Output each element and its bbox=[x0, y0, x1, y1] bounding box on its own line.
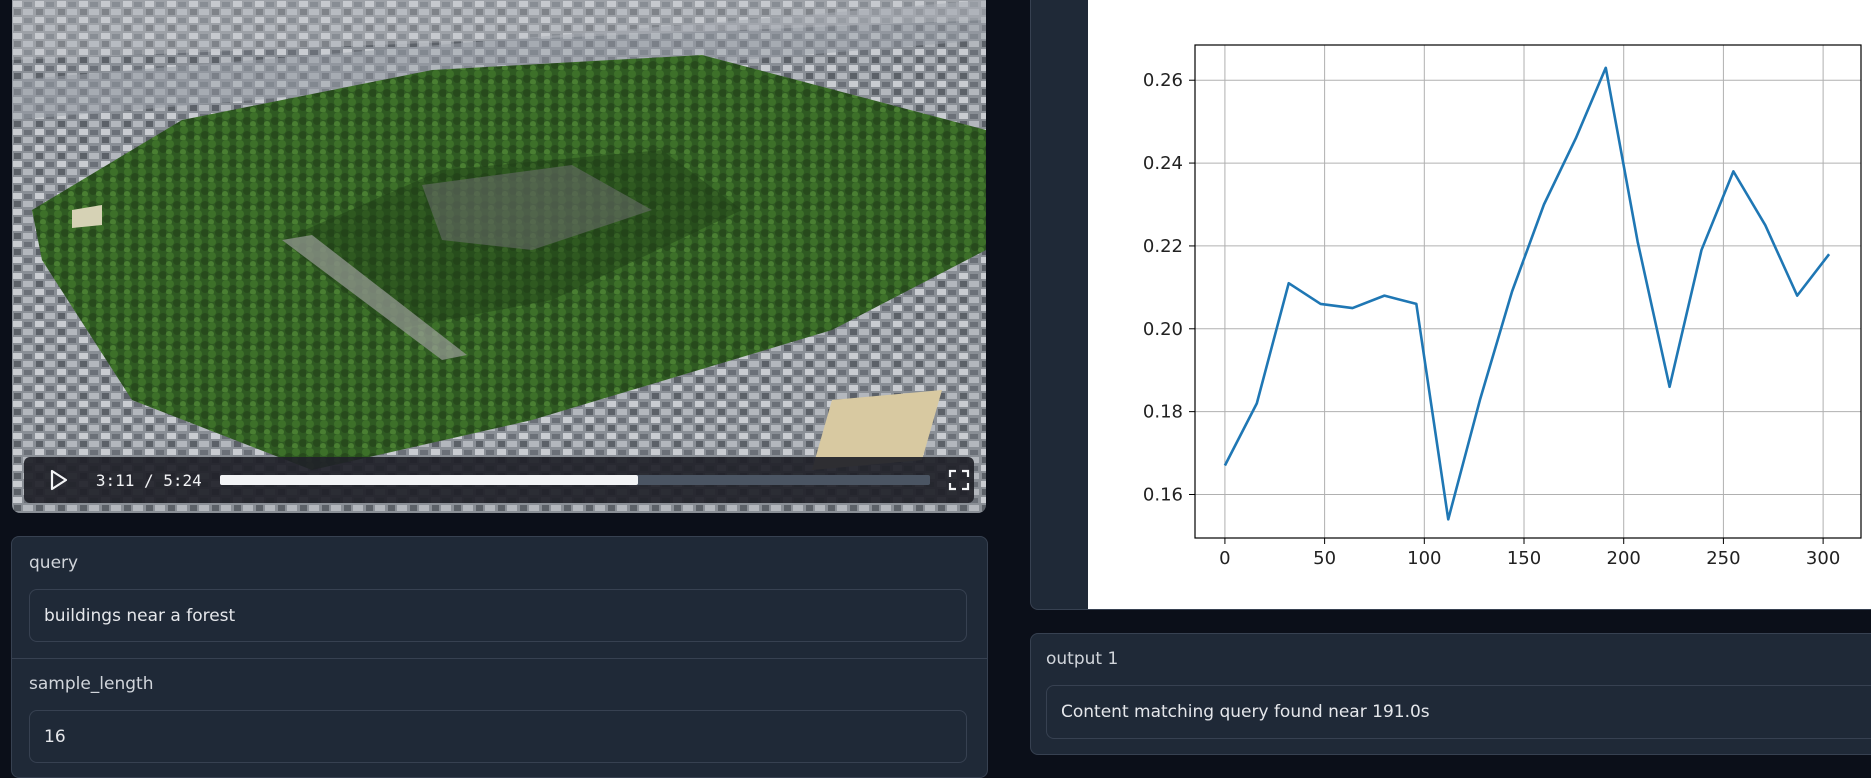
video-player[interactable]: 3:11 / 5:24 bbox=[12, 0, 986, 513]
progress-fill bbox=[220, 475, 638, 485]
line-chart: 0 50 100 150 200 250 300 0.16 0.18 0.20 0.22 0.24 0.… bbox=[1088, 0, 1871, 609]
output-text: Content matching query found near 191.0s bbox=[1061, 702, 1430, 722]
x-tick-label: 250 bbox=[1706, 548, 1740, 569]
output-label: output 1 bbox=[1046, 649, 1118, 669]
sample-length-input[interactable] bbox=[29, 710, 967, 763]
progress-bar[interactable] bbox=[220, 475, 930, 485]
time-display: 3:11 / 5:24 bbox=[96, 471, 202, 490]
plot-canvas: 0 50 100 150 200 250 300 0.16 0.18 0.20 0.22 0.24 0.… bbox=[1088, 0, 1871, 609]
x-tick-label: 100 bbox=[1407, 548, 1441, 569]
series-line bbox=[1225, 68, 1829, 520]
x-tick-label: 50 bbox=[1313, 548, 1336, 569]
play-icon bbox=[49, 469, 69, 491]
y-tick-label: 0.20 bbox=[1143, 319, 1183, 340]
y-tick-label: 0.24 bbox=[1143, 153, 1183, 174]
x-tick-label: 300 bbox=[1806, 548, 1840, 569]
video-frame bbox=[12, 0, 986, 513]
x-tick-label: 0 bbox=[1219, 548, 1230, 569]
plot-panel: 0 50 100 150 200 250 300 0.16 0.18 0.20 0.22 0.24 0.… bbox=[1030, 0, 1871, 610]
y-tick-label: 0.22 bbox=[1143, 236, 1183, 257]
output-textbox[interactable]: Content matching query found near 191.0s bbox=[1046, 685, 1871, 739]
query-input[interactable] bbox=[29, 589, 967, 642]
x-tick-label: 200 bbox=[1607, 548, 1641, 569]
output-panel: output 1 Content matching query found ne… bbox=[1030, 633, 1871, 755]
y-tick-label: 0.18 bbox=[1143, 402, 1183, 423]
plot-frame bbox=[1195, 45, 1861, 538]
play-button[interactable] bbox=[44, 465, 74, 495]
fullscreen-button[interactable] bbox=[944, 465, 974, 495]
query-label: query bbox=[29, 553, 78, 573]
sample-length-label: sample_length bbox=[29, 674, 154, 694]
video-controls: 3:11 / 5:24 bbox=[24, 457, 974, 503]
aerial-city-forest-image bbox=[12, 0, 986, 513]
fullscreen-icon bbox=[947, 468, 971, 492]
field-divider bbox=[12, 658, 987, 659]
x-tick-label: 150 bbox=[1507, 548, 1541, 569]
y-tick-label: 0.16 bbox=[1143, 485, 1183, 506]
input-panel: query sample_length bbox=[11, 536, 988, 778]
y-tick-label: 0.26 bbox=[1143, 70, 1183, 91]
